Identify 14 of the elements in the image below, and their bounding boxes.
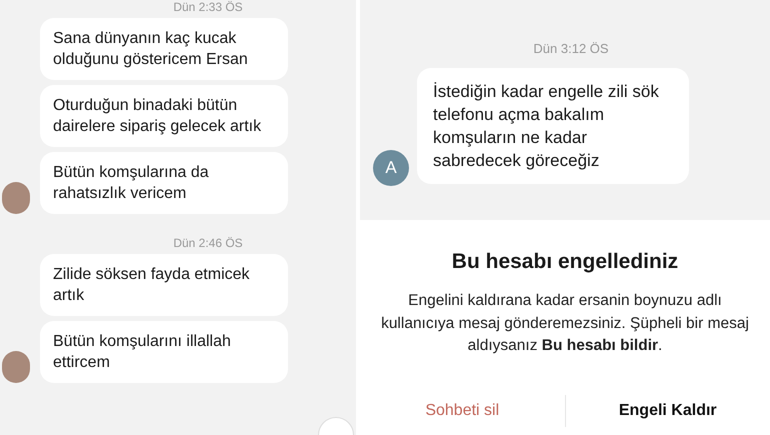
- sheet-action-button[interactable]: Sohbeti sil: [417, 395, 508, 427]
- sheet-title: Bu hesabı engellediniz: [452, 249, 678, 275]
- message-bubble: Oturduğun binadaki bütün dairelere sipariş gelecek artık: [40, 85, 288, 147]
- avatar: A: [373, 150, 409, 186]
- timestamp: Dün 2:33 ÖS: [173, 0, 243, 14]
- timestamp: Dün 2:46 ÖS: [173, 236, 243, 250]
- sheet-action-button[interactable]: Engeli Kaldır: [610, 395, 725, 427]
- message-bubble: Sana dünyanın kaç kucak olduğunu göstericem Ersan: [40, 18, 288, 80]
- message-bubble: Zilide söksen fayda etmicek artık: [40, 254, 288, 316]
- message-bubble: Bütün komşularını illallah ettircem: [40, 321, 288, 383]
- message-bubble: İstediğin kadar engelle zili sök telefonu açma bakalım komşuların ne kadar sabredecek göreceğiz: [417, 68, 689, 184]
- timestamp: Dün 3:12 ÖS: [533, 41, 609, 56]
- sheet-message: Engelini kaldırana kadar ersanin boynuzu adlı kullanıcıya mesaj gönderemezsiniz. Şüpheli bir mesaj aldıysanız Bu hesabı bildir.: [380, 291, 750, 356]
- message-bubble: Bütün komşularına da rahatsızlık vericem: [40, 152, 288, 214]
